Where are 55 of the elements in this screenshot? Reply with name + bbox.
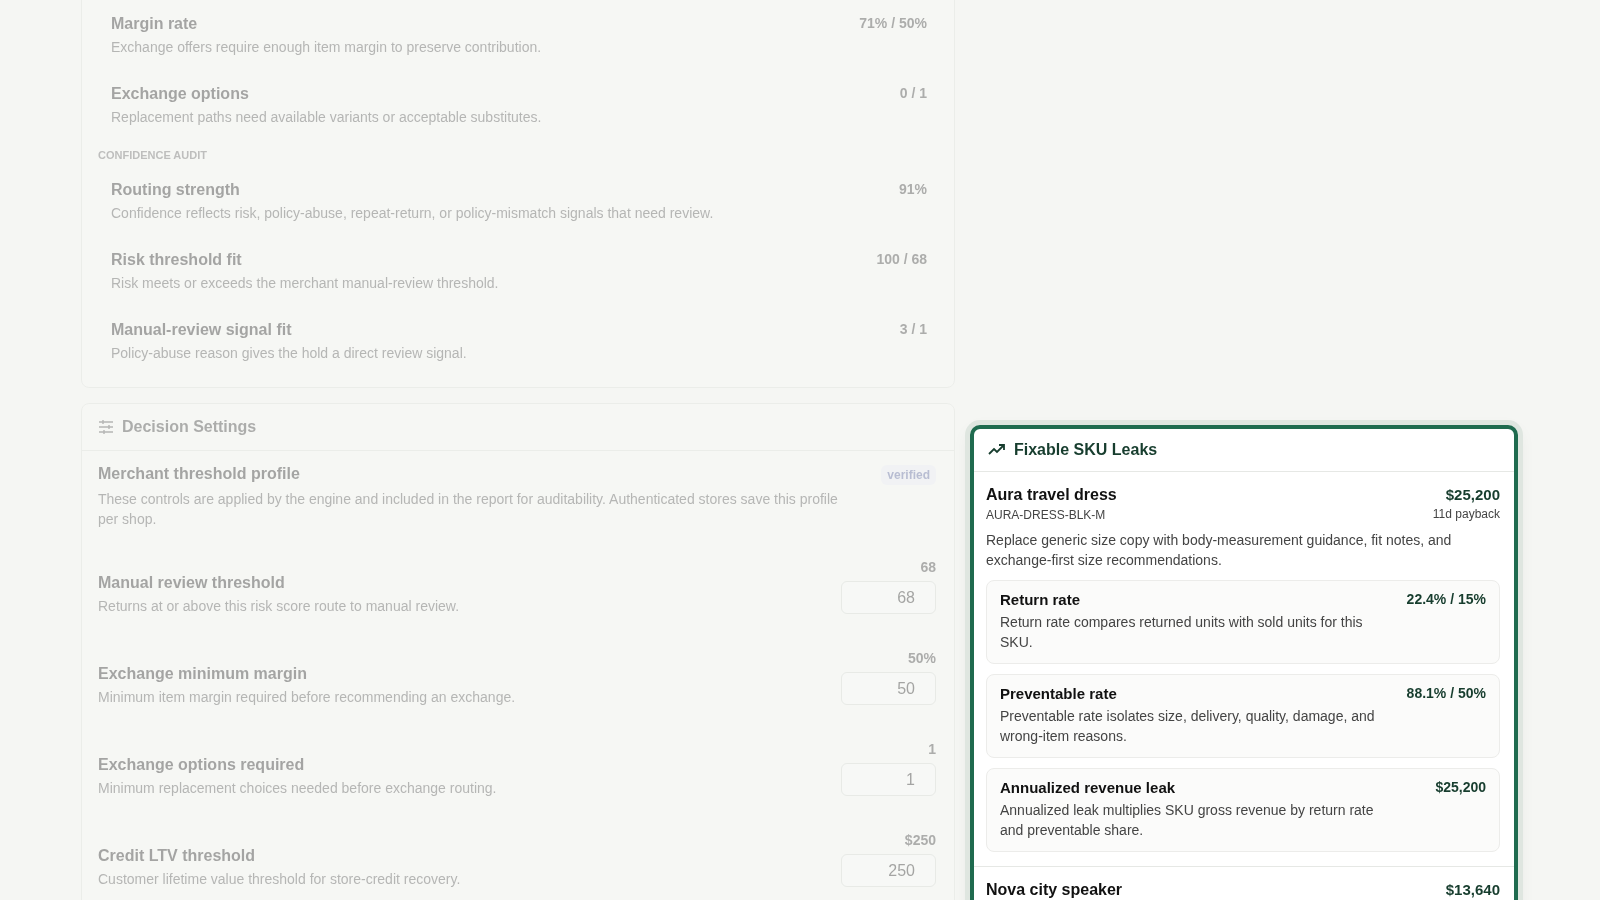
check-title: Exchange options	[111, 85, 250, 103]
profile-description: These controls are applied by the engine and included in the report for auditability. Authenticated stores save this profile per shop.	[98, 490, 839, 529]
fix-description: Replace generic size copy with body-measurement guidance, fit notes, and exchange-first size recommendations.	[986, 531, 1453, 570]
panel-title: Fixable SKU Leaks	[1014, 441, 1158, 459]
metric-title: Preventable rate	[1000, 685, 1118, 702]
metric-value: 88.1% / 50%	[1406, 685, 1486, 703]
number-field[interactable]: 250	[841, 854, 936, 887]
check-description: Risk meets or exceeds the merchant manual-review threshold.	[111, 275, 499, 291]
setting-description: Minimum item margin required before recommending an exchange.	[98, 689, 516, 705]
metric-title: Annualized revenue leak	[1000, 779, 1177, 796]
setting-title: Credit LTV threshold	[98, 847, 257, 865]
check-description: Replacement paths need available variants or acceptable substitutes.	[111, 109, 542, 125]
leak-amount: $25,200	[1444, 486, 1500, 503]
metric-description: Preventable rate isolates size, delivery, quality, damage, and wrong-item reasons.	[1000, 707, 1376, 746]
metric-description: Return rate compares returned units with sold units for this SKU.	[1000, 613, 1364, 652]
check-value: 100 / 68	[876, 251, 927, 269]
check-description: Confidence reflects risk, policy-abuse, repeat-return, or policy-mismatch signals that need review.	[111, 205, 714, 221]
setting-reading: 1	[928, 741, 936, 757]
profile-title: Merchant threshold profile	[98, 465, 301, 483]
metric-description: Annualized leak multiplies SKU gross revenue by return rate and preventable share.	[1000, 801, 1375, 840]
setting-description: Minimum replacement choices needed before exchange routing.	[98, 780, 497, 796]
setting-description: Returns at or above this risk score route to manual review.	[98, 598, 460, 614]
check-value: 3 / 1	[899, 321, 927, 339]
number-field[interactable]: 1	[841, 763, 936, 796]
setting-title: Exchange options required	[98, 756, 306, 774]
sku-name: Aura travel dress	[986, 486, 1117, 504]
sku-name: Nova city speaker	[986, 881, 1123, 899]
check-value: 0 / 1	[899, 85, 927, 103]
check-title: Routing strength	[111, 181, 241, 199]
payback-period: 11d payback	[1432, 507, 1500, 521]
number-field[interactable]: 50	[841, 672, 936, 705]
sliders-icon	[98, 419, 114, 435]
setting-title: Manual review threshold	[98, 574, 286, 592]
metric-title: Return rate	[1000, 591, 1082, 608]
check-value: 91%	[898, 181, 927, 199]
number-field[interactable]: 68	[841, 581, 936, 614]
metric-value: 22.4% / 15%	[1406, 591, 1486, 609]
sku-code: AURA-DRESS-BLK-M	[986, 508, 1107, 522]
check-description: Exchange offers require enough item margin to preserve contribution.	[111, 39, 542, 55]
section-title: Decision Settings	[122, 418, 257, 436]
leak-amount: $13,640	[1445, 881, 1500, 898]
check-value: 71% / 50%	[859, 15, 927, 33]
trend-up-icon	[988, 444, 1006, 456]
status-badge: verified	[881, 465, 936, 485]
setting-title: Exchange minimum margin	[98, 665, 308, 683]
check-title: Manual-review signal fit	[111, 321, 293, 339]
check-title: Margin rate	[111, 15, 199, 33]
metric-value: $25,200	[1435, 779, 1486, 797]
setting-description: Customer lifetime value threshold for store-credit recovery.	[98, 871, 461, 887]
setting-reading: $250	[904, 832, 936, 848]
section-heading: CONFIDENCE AUDIT	[97, 148, 208, 163]
check-description: Policy-abuse reason gives the hold a direct review signal.	[111, 345, 467, 361]
setting-reading: 50%	[907, 650, 936, 666]
setting-reading: 68	[920, 559, 936, 575]
check-title: Risk threshold fit	[111, 251, 243, 269]
